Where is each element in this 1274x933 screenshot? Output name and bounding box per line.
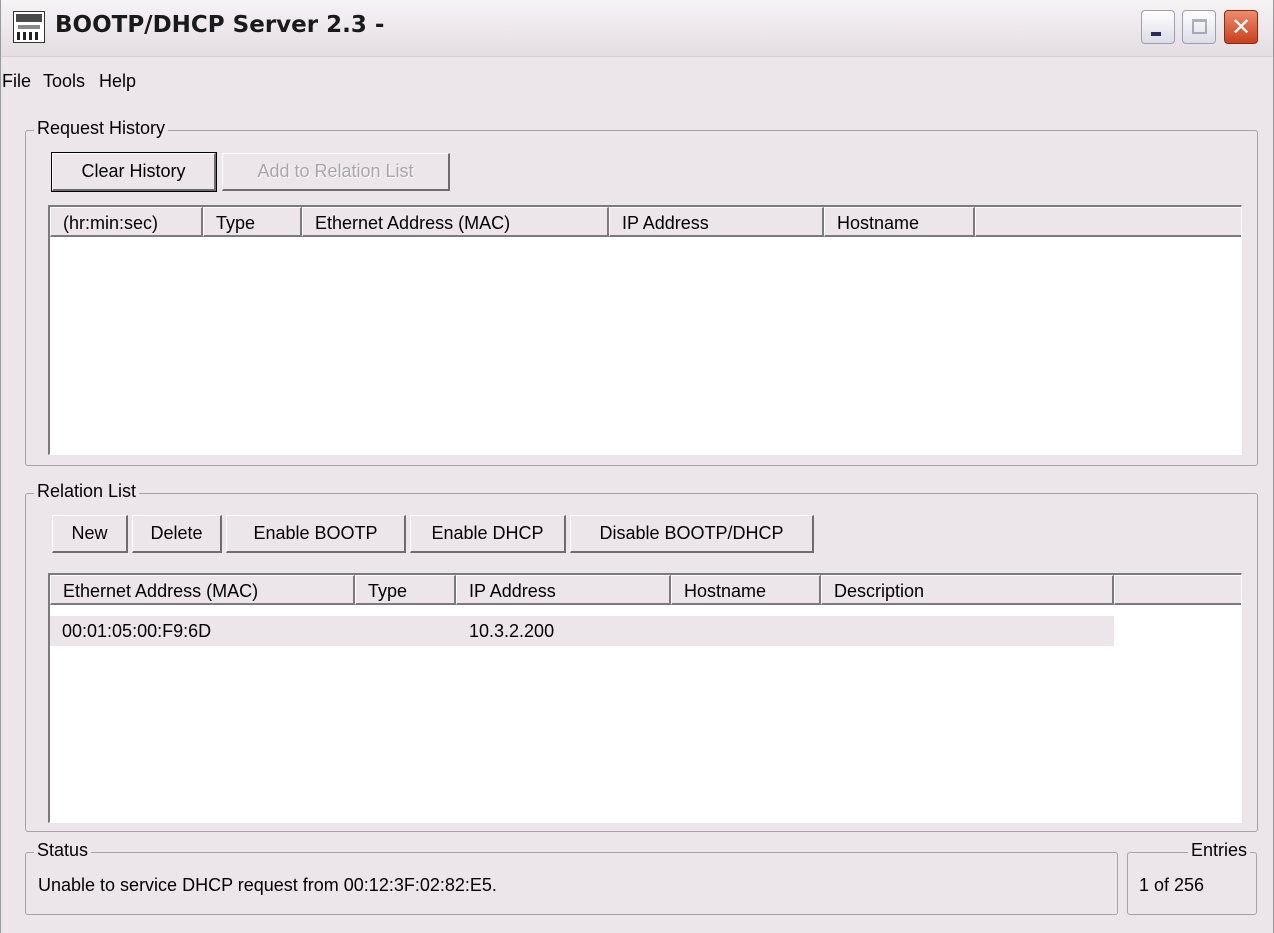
clear-history-button[interactable]: Clear History bbox=[51, 152, 217, 192]
request-history-header: (hr:min:sec) Type Ethernet Address (MAC)… bbox=[50, 207, 1241, 237]
new-button[interactable]: New bbox=[52, 515, 128, 553]
minimize-icon bbox=[1151, 32, 1161, 36]
column-header-hostname[interactable]: Hostname bbox=[824, 207, 975, 237]
app-window: BOOTP/DHCP Server 2.3 - ✕ File Tools Hel… bbox=[0, 0, 1274, 933]
column-header-mac[interactable]: Ethernet Address (MAC) bbox=[302, 207, 609, 237]
column-header-time[interactable]: (hr:min:sec) bbox=[50, 207, 203, 237]
app-icon[interactable] bbox=[13, 11, 45, 43]
relation-list-label: Relation List bbox=[34, 481, 140, 502]
status-message: Unable to service DHCP request from 00:1… bbox=[38, 875, 497, 895]
request-history-label: Request History bbox=[34, 118, 169, 139]
row-mac: 00:01:05:00:F9:6D bbox=[62, 621, 212, 641]
relation-list-header: Ethernet Address (MAC) Type IP Address H… bbox=[50, 575, 1241, 605]
enable-bootp-button[interactable]: Enable BOOTP bbox=[226, 515, 406, 553]
column-header-filler bbox=[975, 207, 1241, 237]
column-header-description[interactable]: Description bbox=[821, 575, 1114, 605]
status-label: Status bbox=[34, 840, 92, 861]
menu-tools[interactable]: Tools bbox=[43, 71, 85, 92]
title-bar[interactable]: BOOTP/DHCP Server 2.3 - ✕ bbox=[1, 0, 1273, 57]
disable-bootp-dhcp-button[interactable]: Disable BOOTP/DHCP bbox=[570, 515, 814, 553]
entries-label: Entries bbox=[1187, 840, 1250, 861]
request-history-list[interactable]: (hr:min:sec) Type Ethernet Address (MAC)… bbox=[48, 205, 1242, 455]
column-header-filler bbox=[1114, 575, 1241, 605]
maximize-button[interactable] bbox=[1182, 10, 1216, 44]
delete-button[interactable]: Delete bbox=[132, 515, 222, 553]
window-title: BOOTP/DHCP Server 2.3 - bbox=[55, 12, 385, 38]
relation-list-table[interactable]: Ethernet Address (MAC) Type IP Address H… bbox=[48, 573, 1242, 823]
column-header-ip[interactable]: IP Address bbox=[456, 575, 671, 605]
row-ip: 10.3.2.200 bbox=[469, 621, 555, 641]
column-header-type[interactable]: Type bbox=[355, 575, 456, 605]
close-icon: ✕ bbox=[1231, 13, 1252, 41]
table-row[interactable]: 00:01:05:00:F9:6D 10.3.2.200 bbox=[50, 616, 1114, 646]
column-header-hostname[interactable]: Hostname bbox=[671, 575, 821, 605]
enable-dhcp-button[interactable]: Enable DHCP bbox=[410, 515, 566, 553]
column-header-ip[interactable]: IP Address bbox=[609, 207, 824, 237]
close-button[interactable]: ✕ bbox=[1224, 10, 1258, 44]
menu-file[interactable]: File bbox=[2, 71, 31, 92]
menu-help[interactable]: Help bbox=[99, 71, 136, 92]
entries-count: 1 of 256 bbox=[1139, 875, 1205, 895]
column-header-mac[interactable]: Ethernet Address (MAC) bbox=[50, 575, 355, 605]
column-header-type[interactable]: Type bbox=[203, 207, 302, 237]
add-to-relation-list-button[interactable]: Add to Relation List bbox=[222, 153, 450, 191]
maximize-icon bbox=[1192, 19, 1207, 34]
minimize-button[interactable] bbox=[1141, 10, 1175, 44]
